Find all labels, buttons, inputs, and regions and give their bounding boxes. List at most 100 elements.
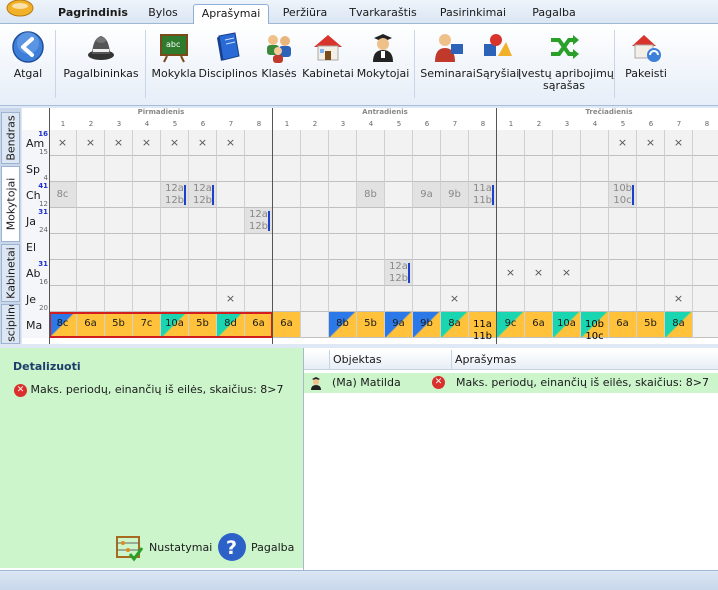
timetable-cell[interactable] — [273, 234, 301, 260]
timetable-cell[interactable] — [693, 208, 718, 234]
timetable-cell[interactable] — [693, 312, 718, 338]
timetable-cell[interactable] — [693, 260, 718, 286]
timetable-cell[interactable] — [637, 208, 665, 234]
timetable-cell[interactable] — [49, 260, 77, 286]
timetable-cell[interactable] — [637, 260, 665, 286]
timetable-cell[interactable] — [441, 234, 469, 260]
timetable-cell[interactable] — [273, 182, 301, 208]
lesson-cell[interactable]: 6a — [273, 312, 301, 338]
lesson-cell[interactable]: 8a — [441, 312, 469, 338]
timetable-cell[interactable] — [77, 130, 105, 156]
lesson-cell[interactable]: 9c — [497, 312, 525, 338]
timetable-cell[interactable] — [525, 260, 553, 286]
timetable-cell[interactable] — [301, 312, 329, 338]
lesson-cell[interactable]: 12a 12b — [161, 182, 189, 208]
table-row[interactable]: (Ma) Matilda ✕ Maks. periodų, einančių i… — [304, 373, 718, 393]
lesson-cell[interactable]: 7c — [133, 312, 161, 338]
timetable-cell[interactable] — [77, 156, 105, 182]
lesson-cell[interactable]: 10b 10c — [581, 312, 609, 342]
timetable-cell[interactable] — [189, 260, 217, 286]
timetable-cell[interactable] — [189, 286, 217, 312]
timetable-cell[interactable] — [301, 260, 329, 286]
lesson-cell[interactable]: 12a 12b — [245, 208, 273, 234]
timetable-cell[interactable] — [329, 260, 357, 286]
tab-pagrindinis[interactable]: Pagrindinis — [54, 4, 132, 24]
timetable-cell[interactable] — [609, 130, 637, 156]
lesson-cell[interactable]: 8d — [217, 312, 245, 338]
timetable-cell[interactable] — [77, 208, 105, 234]
timetable-cell[interactable] — [581, 156, 609, 182]
timetable-cell[interactable] — [161, 208, 189, 234]
timetable-cell[interactable] — [413, 208, 441, 234]
timetable-cell[interactable] — [469, 156, 497, 182]
teacher-row-label[interactable]: Ab 31 16 — [22, 260, 49, 286]
timetable-cell[interactable] — [609, 286, 637, 312]
timetable-cell[interactable] — [357, 234, 385, 260]
timetable-cell[interactable] — [385, 208, 413, 234]
timetable-cell[interactable] — [357, 156, 385, 182]
timetable-cell[interactable] — [553, 156, 581, 182]
timetable-cell[interactable] — [665, 234, 693, 260]
timetable-cell[interactable] — [77, 286, 105, 312]
timetable-cell[interactable] — [105, 182, 133, 208]
timetable-cell[interactable] — [77, 182, 105, 208]
timetable-cell[interactable] — [133, 130, 161, 156]
timetable-cell[interactable] — [357, 130, 385, 156]
timetable-cell[interactable] — [637, 156, 665, 182]
timetable-cell[interactable] — [49, 208, 77, 234]
teacher-row-label[interactable]: Ma — [22, 312, 49, 338]
lesson-cell[interactable]: 6a — [77, 312, 105, 338]
timetable-cell[interactable] — [609, 208, 637, 234]
timetable-cell[interactable] — [301, 208, 329, 234]
timetable-cell[interactable] — [581, 260, 609, 286]
timetable-cell[interactable] — [105, 208, 133, 234]
timetable-cell[interactable] — [217, 286, 245, 312]
lesson-cell[interactable]: 12a 12b — [189, 182, 217, 208]
timetable-cell[interactable] — [357, 286, 385, 312]
lesson-cell[interactable]: 8b — [357, 182, 385, 208]
lesson-cell[interactable]: 9a — [413, 182, 441, 208]
timetable-cell[interactable] — [637, 130, 665, 156]
timetable-cell[interactable] — [665, 182, 693, 208]
teacher-row-label[interactable]: Je 20 — [22, 286, 49, 312]
timetable-cell[interactable] — [217, 156, 245, 182]
timetable-cell[interactable] — [665, 130, 693, 156]
timetable-cell[interactable] — [357, 208, 385, 234]
lesson-cell[interactable]: 12a 12b — [385, 260, 413, 286]
timetable-cell[interactable] — [413, 260, 441, 286]
timetable-cell[interactable] — [217, 208, 245, 234]
timetable-cell[interactable] — [693, 182, 718, 208]
timetable-cell[interactable] — [161, 260, 189, 286]
timetable-cell[interactable] — [105, 234, 133, 260]
lesson-cell[interactable]: 5b — [637, 312, 665, 338]
seminarai-button[interactable]: Seminarai — [420, 26, 476, 102]
timetable-cell[interactable] — [413, 286, 441, 312]
lesson-cell[interactable]: 8c — [49, 182, 77, 208]
timetable-cell[interactable] — [525, 156, 553, 182]
timetable-cell[interactable] — [301, 234, 329, 260]
timetable-cell[interactable] — [497, 234, 525, 260]
timetable-cell[interactable] — [553, 208, 581, 234]
timetable-cell[interactable] — [133, 156, 161, 182]
tab-pagalba[interactable]: Pagalba — [524, 4, 584, 24]
timetable-cell[interactable] — [301, 156, 329, 182]
timetable-cell[interactable] — [105, 130, 133, 156]
timetable-cell[interactable] — [553, 286, 581, 312]
app-menu-icon[interactable] — [0, 0, 40, 24]
timetable-cell[interactable] — [693, 156, 718, 182]
lesson-cell[interactable]: 11a 11b — [469, 182, 497, 208]
timetable-cell[interactable] — [301, 182, 329, 208]
timetable-cell[interactable] — [273, 130, 301, 156]
timetable-cell[interactable] — [609, 234, 637, 260]
timetable-cell[interactable] — [693, 234, 718, 260]
timetable-cell[interactable] — [49, 130, 77, 156]
lesson-cell[interactable]: 5b — [105, 312, 133, 338]
teacher-row-label[interactable]: Am 16 15 — [22, 130, 49, 156]
apribojimai-button[interactable]: Įvestų apribojimų sąrašas — [518, 26, 614, 102]
timetable-cell[interactable] — [217, 130, 245, 156]
disciplinos-button[interactable]: Disciplinos — [198, 26, 258, 102]
timetable-cell[interactable] — [133, 234, 161, 260]
timetable-cell[interactable] — [217, 182, 245, 208]
timetable-cell[interactable] — [469, 234, 497, 260]
timetable-cell[interactable] — [553, 234, 581, 260]
